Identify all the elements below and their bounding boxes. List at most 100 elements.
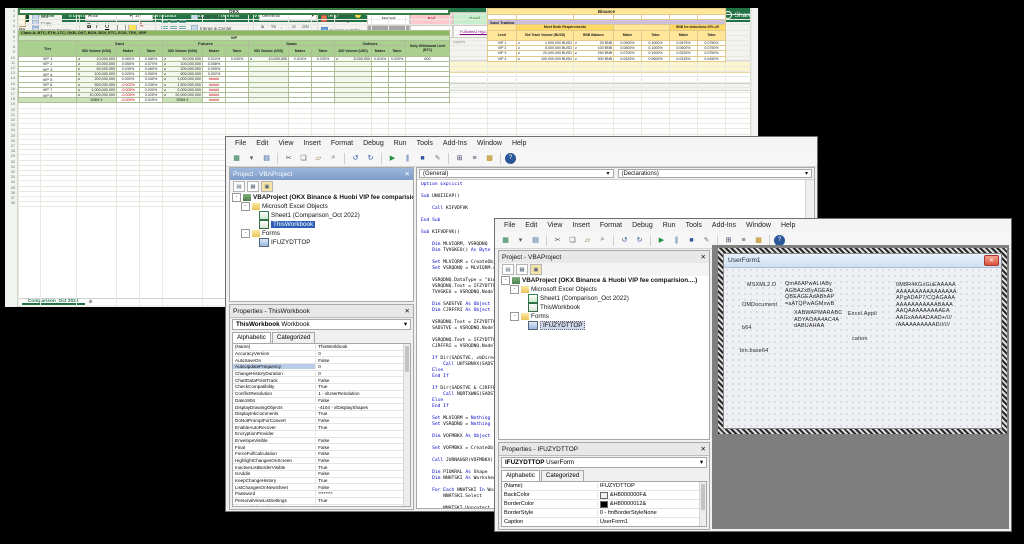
menu-run[interactable]: Run	[658, 222, 681, 229]
tree-expander-icon[interactable]: -	[241, 202, 250, 211]
undo-icon[interactable]: ↺	[349, 152, 362, 165]
copy-icon[interactable]: ❏	[297, 152, 310, 165]
properties-scrollbar[interactable]	[403, 344, 410, 506]
form-label-excel-appli[interactable]: Excel.Appli	[848, 311, 877, 318]
view-object-icon[interactable]: ▦	[247, 181, 259, 192]
close-icon[interactable]: ✕	[405, 170, 413, 178]
property-row[interactable]: (Name) ThisWorkbook	[233, 344, 410, 351]
okx-cell[interactable]	[225, 97, 249, 104]
tree-item-thisworkbook[interactable]: ThisWorkbook	[230, 220, 413, 229]
form-label-binbase64[interactable]: bin.base64	[740, 348, 768, 355]
menu-format[interactable]: Format	[326, 140, 358, 147]
break-icon[interactable]: ∥	[401, 152, 414, 165]
close-icon[interactable]: ✕	[701, 253, 709, 261]
menu-help[interactable]: Help	[776, 222, 800, 229]
menu-add-ins[interactable]: Add-Ins	[438, 140, 472, 147]
tree-item-project[interactable]: - VBAProject (OKX Binance & Huobi VIP fee…	[230, 193, 413, 202]
design-mode-icon[interactable]: ✎	[431, 152, 444, 165]
okx-cell[interactable]	[388, 97, 406, 104]
form-label-msxml[interactable]: MSXML2.D	[747, 282, 776, 289]
property-row[interactable]: Final False	[233, 444, 410, 451]
property-row[interactable]: ListChangesOnNewSheet False	[233, 484, 410, 492]
menu-tools[interactable]: Tools	[412, 140, 438, 147]
property-row[interactable]: CheckCompatibility True	[233, 384, 410, 391]
menu-edit[interactable]: Edit	[251, 140, 273, 147]
menu-insert[interactable]: Insert	[567, 222, 595, 229]
tree-expander-icon[interactable]: -	[510, 285, 519, 294]
property-row[interactable]: ChartDataPointTrack False	[233, 377, 410, 385]
toggle-folders-icon[interactable]: ▣	[530, 264, 542, 275]
toggle-folders-icon[interactable]: ▣	[261, 181, 273, 192]
properties-tab-alphabetic[interactable]: Alphabetic	[232, 332, 271, 343]
property-row[interactable]: EnvelopeVisible False	[233, 437, 410, 445]
close-icon[interactable]: ✕	[701, 445, 709, 453]
object-combo[interactable]: IFUZYDTTOP UserForm ▾	[501, 457, 707, 468]
menu-edit[interactable]: Edit	[520, 222, 542, 229]
view-code-icon[interactable]: ▤	[233, 181, 245, 192]
property-row[interactable]: Caption UserForm1	[502, 518, 706, 526]
property-row[interactable]: KeepChangeHistory True	[233, 478, 410, 485]
tree-item-sheet1[interactable]: Sheet1 (Comparison_Oct 2022)	[230, 211, 413, 220]
tree-item-excel-objects[interactable]: - Microsoft Excel Objects	[499, 285, 709, 294]
help-icon[interactable]: ?	[505, 152, 516, 164]
excel-view-icon[interactable]: ▦	[499, 234, 512, 247]
properties-panel-header[interactable]: Properties - IFUZYDTTOP ✕	[499, 443, 709, 456]
okx-tier-cell[interactable]	[18, 97, 77, 104]
scrollbar-thumb[interactable]	[701, 484, 705, 510]
userform[interactable]: UserForm1 ✕ MSXML2.D OMDocument b64 bin.bas…	[723, 253, 1002, 429]
menu-run[interactable]: Run	[389, 140, 412, 147]
menu-view[interactable]: View	[273, 140, 298, 147]
form-selection-border[interactable]: UserForm1 ✕ MSXML2.D OMDocument b64 bin.bas…	[718, 248, 1007, 434]
vbe-toolbar[interactable]: ▦ ▾ ▤ ✂ ❏ ▱ ⌕ ↺ ↻ ▶ ∥ ■ ✎ ⊞ ≡ ▩?	[226, 150, 817, 167]
paste-icon[interactable]: ▱	[581, 234, 594, 247]
form-label-omdocument[interactable]: OMDocument	[742, 302, 777, 309]
find-icon[interactable]: ⌕	[327, 152, 340, 165]
view-dropdown-icon[interactable]: ▾	[245, 152, 258, 165]
vbe-menubar[interactable]: File Edit View Insert Format Debug Run Tools Add…	[495, 219, 1011, 233]
vbe-menubar[interactable]: File Edit View Insert Format Debug Run Tools Add…	[226, 137, 817, 151]
menu-view[interactable]: View	[542, 222, 567, 229]
menu-tools[interactable]: Tools	[681, 222, 707, 229]
reset-icon[interactable]: ■	[416, 152, 429, 165]
view-code-icon[interactable]: ▤	[502, 264, 514, 275]
property-row[interactable]: PersonalViewListSettings True	[233, 498, 410, 505]
okx-cell[interactable]	[334, 97, 372, 104]
property-row[interactable]: Password ********	[233, 491, 410, 498]
okx-cell[interactable]: -0.005%	[116, 97, 140, 104]
property-row[interactable]: AutoUpdateFrequency 0	[233, 364, 410, 371]
userform-titlebar[interactable]: UserForm1 ✕	[724, 254, 1001, 268]
property-row[interactable]: DisplayInkComments True	[233, 411, 410, 418]
menu-window[interactable]: Window	[472, 140, 507, 147]
properties-tab-categorized[interactable]: Categorized	[271, 332, 316, 343]
form-label-base64-block1[interactable]: QmA6APwALIABy AGBAZxByAGEAb QBEAGEAdABhA…	[785, 281, 834, 307]
menu-format[interactable]: Format	[595, 222, 627, 229]
property-row[interactable]: DisplayDrawingObjects -4104 - xlDisplaySh…	[233, 404, 410, 411]
menu-help[interactable]: Help	[507, 140, 531, 147]
properties-tab-categorized[interactable]: Categorized	[540, 470, 585, 481]
okx-cell[interactable]: DMM 4	[162, 97, 203, 104]
property-row[interactable]: EnableAutoRecover True	[233, 424, 410, 431]
copy-icon[interactable]: ❏	[566, 234, 579, 247]
tree-item-forms[interactable]: - Forms	[499, 312, 709, 321]
excel-view-icon[interactable]: ▦	[230, 152, 243, 165]
tree-item-project[interactable]: - VBAProject (OKX Binance & Huobi VIP fee…	[499, 276, 709, 285]
property-row[interactable]: AutoSaveOn False	[233, 357, 410, 365]
property-row[interactable]: IsAddin False	[233, 471, 410, 478]
userform-close-icon[interactable]: ✕	[984, 255, 999, 266]
project-explorer-icon[interactable]: ⊞	[453, 152, 466, 165]
menu-file[interactable]: File	[499, 222, 520, 229]
property-row[interactable]: ConflictResolution 1 - xlUserResolution	[233, 391, 410, 398]
toolbox-icon[interactable]: ▩	[483, 152, 496, 165]
property-row[interactable]: Date1904 False	[233, 397, 410, 405]
procedure-dropdown[interactable]: (Declarations) ▾	[617, 169, 812, 178]
menu-insert[interactable]: Insert	[298, 140, 326, 147]
property-row[interactable]: (Name) IFUZYDTTOP	[502, 482, 706, 491]
row-headers[interactable]: 1 2 3 4 5 6 7 8 9 10 11 12 13 14 15 16 17 18 19 20 21 22 23 24 2…	[5, 8, 18, 307]
properties-tab-alphabetic[interactable]: Alphabetic	[501, 470, 540, 481]
tree-expander-icon[interactable]: -	[232, 193, 241, 202]
property-row[interactable]: BackColor&H8000000F&▾	[502, 491, 706, 500]
tree-item-sheet1[interactable]: Sheet1 (Comparison_Oct 2022)	[499, 294, 709, 303]
okx-cell[interactable]: #####	[202, 97, 226, 104]
menu-file[interactable]: File	[230, 140, 251, 147]
property-row[interactable]: BorderStyle 0 - fmBorderStyleNone	[502, 509, 706, 518]
